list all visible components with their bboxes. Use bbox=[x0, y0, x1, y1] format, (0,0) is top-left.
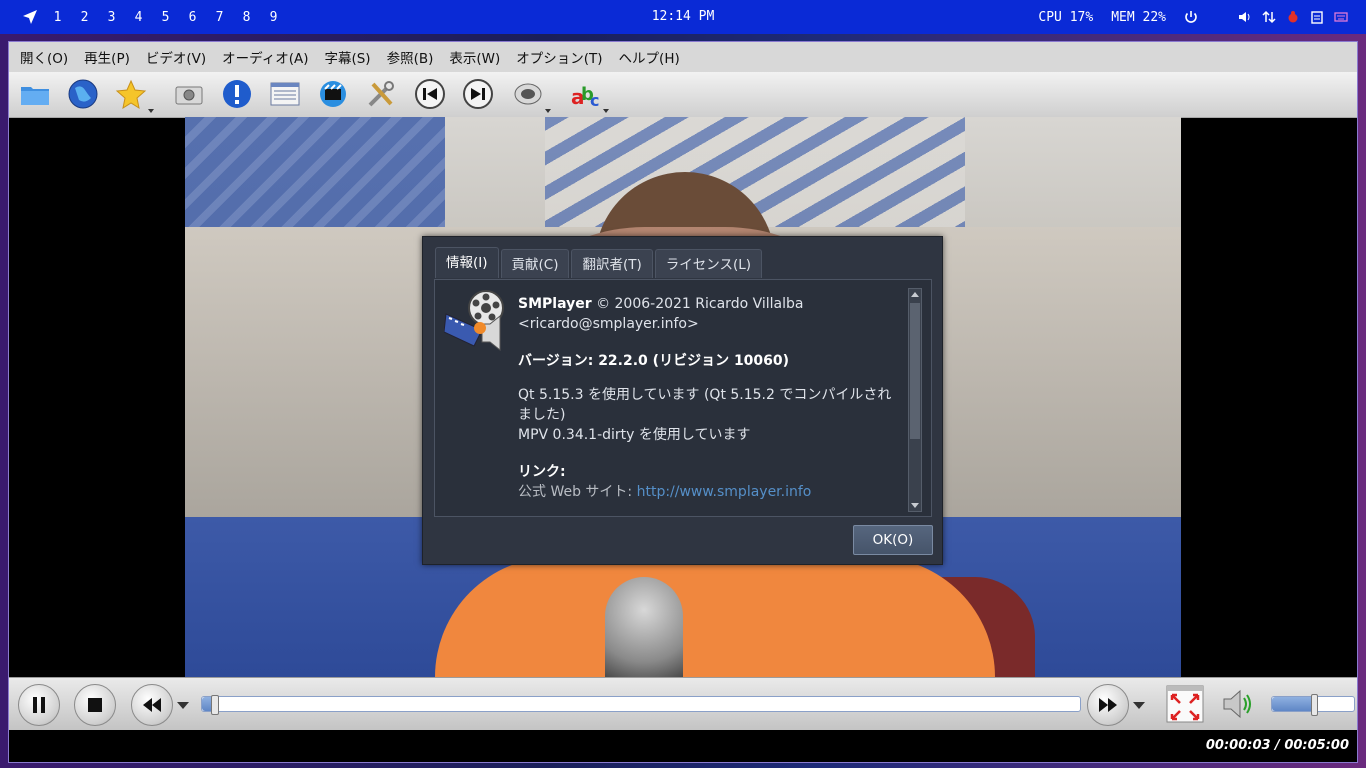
ok-button[interactable]: OK(O) bbox=[853, 525, 933, 555]
scroll-down-arrow[interactable] bbox=[911, 503, 919, 508]
mem-usage: MEM 22% bbox=[1111, 9, 1166, 25]
menu-audio[interactable]: オーディオ(A) bbox=[214, 42, 316, 72]
pause-button[interactable] bbox=[18, 684, 60, 726]
info-panel: SMPlayer © 2006-2021 Ricardo Villalba <r… bbox=[434, 279, 932, 517]
about-content: SMPlayer © 2006-2021 Ricardo Villalba <r… bbox=[518, 294, 908, 502]
volume-slider[interactable] bbox=[1271, 694, 1355, 716]
menu-open[interactable]: 開く(O) bbox=[9, 42, 76, 72]
rewind-button[interactable] bbox=[131, 684, 173, 726]
fullscreen-icon bbox=[1166, 685, 1204, 723]
fullscreen-button[interactable] bbox=[1166, 685, 1204, 723]
menubar: 開く(O) 再生(P) ビデオ(V) オーディオ(A) 字幕(S) 参照(B) … bbox=[9, 42, 1357, 73]
scroll-thumb[interactable] bbox=[910, 303, 920, 439]
tab-translators[interactable]: 翻訳者(T) bbox=[571, 249, 653, 278]
volume-icon[interactable] bbox=[1238, 10, 1252, 24]
keyboard-icon[interactable] bbox=[1334, 10, 1348, 24]
clipboard-icon[interactable] bbox=[1310, 10, 1324, 24]
stop-button[interactable] bbox=[74, 684, 116, 726]
menu-help[interactable]: ヘルプ(H) bbox=[611, 42, 688, 72]
tab-info[interactable]: 情報(I) bbox=[435, 247, 499, 278]
favorites-star-icon[interactable] bbox=[114, 77, 154, 113]
video-equalizer-icon[interactable] bbox=[316, 77, 350, 111]
menu-play[interactable]: 再生(P) bbox=[76, 42, 138, 72]
workspace-switcher: 1 2 3 4 5 6 7 8 9 bbox=[22, 0, 287, 34]
rewind-icon bbox=[143, 698, 161, 712]
workspace-1[interactable]: 1 bbox=[44, 10, 71, 25]
seek-bar[interactable] bbox=[201, 695, 1081, 715]
playlist-icon[interactable] bbox=[268, 77, 302, 111]
bug-icon[interactable] bbox=[1286, 10, 1300, 24]
top-panel: 1 2 3 4 5 6 7 8 9 12:14 PM CPU 17% MEM 2… bbox=[0, 0, 1366, 34]
svg-text:c: c bbox=[590, 91, 599, 110]
subtitles-abc-icon[interactable]: abc bbox=[569, 77, 609, 113]
previous-icon[interactable] bbox=[413, 77, 447, 111]
preferences-tools-icon[interactable] bbox=[364, 77, 398, 111]
status-bar: 00:00:03 / 00:05:00 bbox=[9, 730, 1357, 762]
about-dialog: 情報(I) 貢献(C) 翻訳者(T) ライセンス(L) SMPlayer © 2… bbox=[422, 236, 943, 565]
website-link[interactable]: http://www.smplayer.info bbox=[637, 484, 812, 500]
workspace-4[interactable]: 4 bbox=[125, 10, 152, 25]
menu-view[interactable]: 表示(W) bbox=[441, 42, 508, 72]
menu-options[interactable]: オプション(T) bbox=[508, 42, 610, 72]
network-icon[interactable] bbox=[1262, 10, 1276, 24]
qt-version-line2: ました) bbox=[518, 407, 566, 423]
workspace-5[interactable]: 5 bbox=[152, 10, 179, 25]
author-email: <ricardo@smplayer.info> bbox=[518, 316, 699, 332]
send-icon[interactable] bbox=[22, 9, 38, 25]
mute-button[interactable] bbox=[1219, 685, 1257, 723]
workspace-3[interactable]: 3 bbox=[98, 10, 125, 25]
about-tabs: 情報(I) 貢献(C) 翻訳者(T) ライセンス(L) bbox=[435, 247, 763, 278]
seek-handle[interactable] bbox=[210, 695, 219, 715]
workspace-6[interactable]: 6 bbox=[179, 10, 206, 25]
workspace-9[interactable]: 9 bbox=[260, 10, 287, 25]
qt-version-line1: Qt 5.15.3 を使用しています (Qt 5.15.2 でコンパイルされ bbox=[518, 387, 892, 403]
copyright-text: © 2006-2021 Ricardo Villalba bbox=[591, 296, 804, 312]
menu-browse[interactable]: 参照(B) bbox=[379, 42, 442, 72]
volume-handle[interactable] bbox=[1311, 694, 1318, 716]
globe-icon[interactable] bbox=[66, 77, 100, 111]
stop-icon bbox=[88, 698, 102, 712]
power-icon[interactable] bbox=[1184, 10, 1198, 24]
rewind-menu-arrow[interactable] bbox=[177, 702, 189, 709]
workspace-2[interactable]: 2 bbox=[71, 10, 98, 25]
next-icon[interactable] bbox=[461, 77, 495, 111]
mpv-version: MPV 0.34.1-dirty を使用しています bbox=[518, 427, 751, 443]
app-name: SMPlayer bbox=[518, 296, 592, 312]
pause-icon bbox=[33, 697, 45, 713]
scroll-up-arrow[interactable] bbox=[911, 292, 919, 297]
links-heading: リンク: bbox=[518, 464, 566, 480]
toolbar: abc bbox=[9, 72, 1357, 118]
control-bar bbox=[9, 677, 1357, 730]
cpu-usage: CPU 17% bbox=[1038, 9, 1094, 25]
version-text: バージョン: 22.2.0 (リビジョン 10060) bbox=[518, 353, 790, 369]
workspace-8[interactable]: 8 bbox=[233, 10, 260, 25]
screenshot-camera-icon[interactable] bbox=[172, 77, 206, 111]
website-label: 公式 Web サイト: bbox=[518, 484, 637, 500]
tab-contributions[interactable]: 貢献(C) bbox=[500, 249, 570, 278]
forward-button[interactable] bbox=[1087, 684, 1129, 726]
audio-track-icon[interactable] bbox=[511, 77, 551, 113]
tab-license[interactable]: ライセンス(L) bbox=[654, 249, 763, 278]
time-display: 00:00:03 / 00:05:00 bbox=[1205, 738, 1349, 753]
menu-video[interactable]: ビデオ(V) bbox=[138, 42, 214, 72]
workspace-7[interactable]: 7 bbox=[206, 10, 233, 25]
menu-subtitles[interactable]: 字幕(S) bbox=[316, 42, 378, 72]
smplayer-logo-icon bbox=[444, 290, 504, 352]
forward-menu-arrow[interactable] bbox=[1133, 702, 1145, 709]
info-icon[interactable] bbox=[220, 77, 254, 111]
info-scrollbar[interactable] bbox=[908, 288, 922, 512]
forward-icon bbox=[1099, 698, 1117, 712]
speaker-icon bbox=[1223, 689, 1251, 719]
folder-icon[interactable] bbox=[18, 77, 52, 111]
